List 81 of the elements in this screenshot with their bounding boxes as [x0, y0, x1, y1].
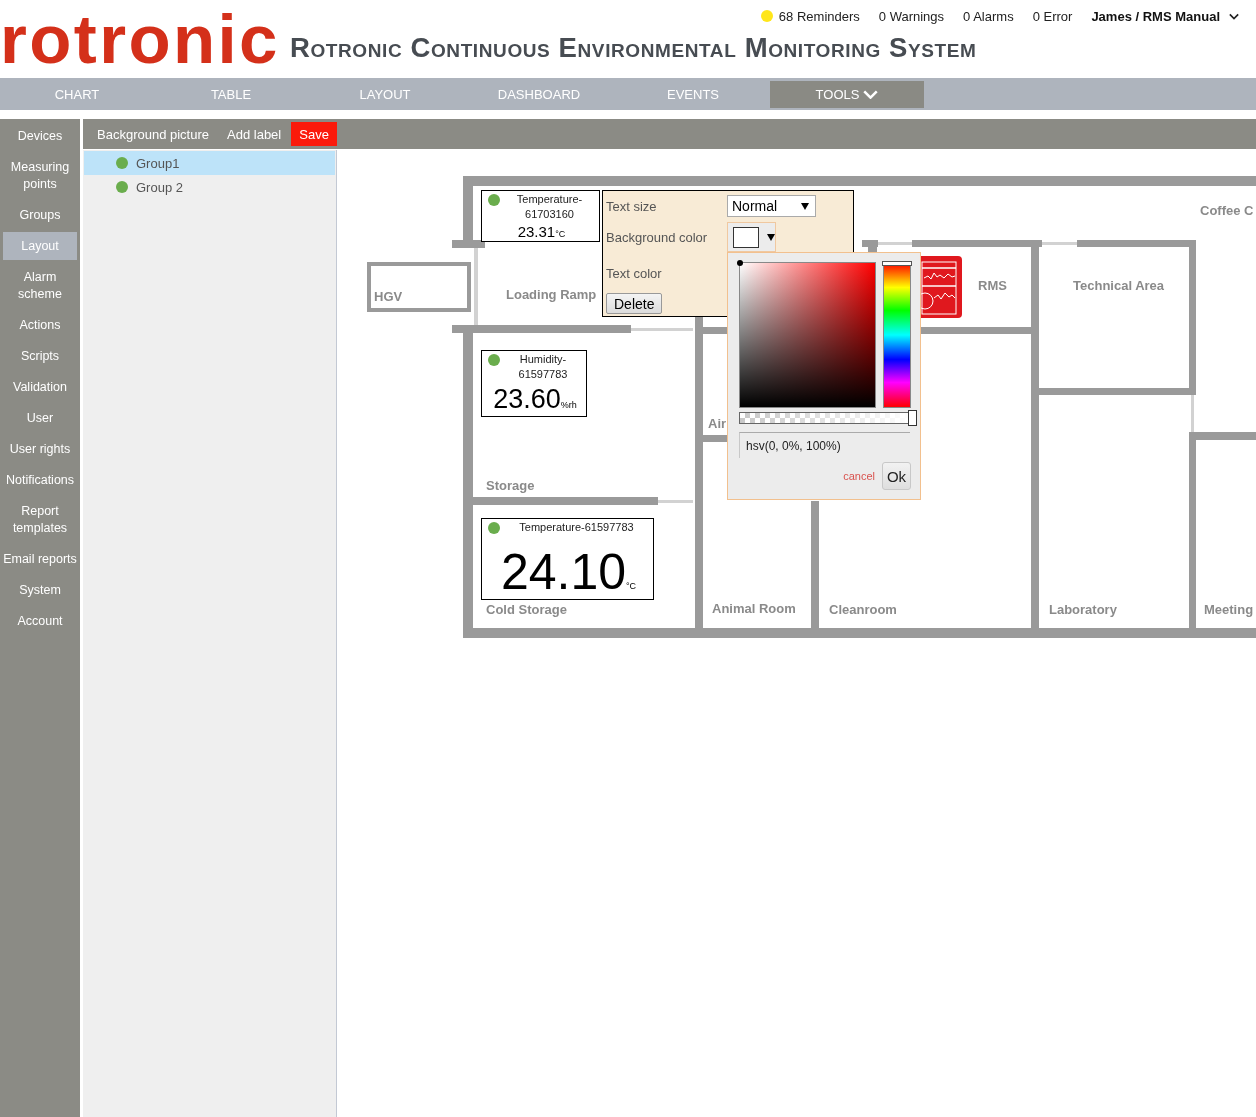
- sidebar-item[interactable]: System: [3, 576, 77, 604]
- sidebar-item[interactable]: Alarm scheme: [3, 263, 77, 308]
- sensor-value: 24.10: [500, 547, 626, 597]
- sidebar-item[interactable]: Scripts: [3, 342, 77, 370]
- sensor-value: 23.60: [493, 383, 561, 416]
- room-label: Loading Ramp: [506, 286, 597, 304]
- unit-label: °C: [626, 581, 637, 593]
- sidebar-item[interactable]: Measuring points: [3, 153, 77, 198]
- color-field[interactable]: [739, 262, 876, 408]
- slider-handle[interactable]: [908, 410, 917, 426]
- chevron-down-icon: [1229, 12, 1239, 20]
- sensor-label[interactable]: Temperature-61597783 24.10°C: [481, 518, 654, 600]
- background-color-button[interactable]: [727, 222, 776, 252]
- sensor-name: Temperature-61597783: [518, 520, 635, 535]
- status-count[interactable]: 0 Error: [1032, 8, 1073, 24]
- room-label: Cold Storage: [486, 601, 567, 619]
- room-label: Technical Area: [1073, 277, 1165, 295]
- sidebar-item[interactable]: User rights: [3, 435, 77, 463]
- room-label: HGV: [374, 288, 403, 306]
- sidebar-item[interactable]: Notifications: [3, 466, 77, 494]
- room-label: Meeting: [1204, 601, 1254, 619]
- doorway: [878, 242, 912, 245]
- room-label: Animal Room: [712, 600, 796, 618]
- status-count[interactable]: 0 Warnings: [878, 8, 945, 24]
- sidebar-item[interactable]: User: [3, 404, 77, 432]
- sidebar-item[interactable]: Account: [3, 607, 77, 635]
- sensor-value: 23.31: [517, 222, 556, 241]
- field-label: Background color: [606, 229, 709, 245]
- sidebar-item[interactable]: Layout: [3, 232, 77, 260]
- group-item[interactable]: Group 2: [84, 175, 335, 199]
- room-label: Storage: [486, 477, 535, 495]
- sensor-name: Humidity-61597783: [517, 352, 569, 382]
- room-label: Coffee C: [1200, 202, 1254, 220]
- doorway: [1191, 395, 1194, 432]
- ok-button[interactable]: Ok: [882, 462, 911, 490]
- sidebar-item[interactable]: Actions: [3, 311, 77, 339]
- nav-tab[interactable]: LAYOUT: [308, 80, 462, 108]
- room-label: Laboratory: [1049, 601, 1117, 619]
- delete-button[interactable]: Delete: [606, 293, 663, 314]
- caret-down-icon: [801, 202, 809, 210]
- sensor-label[interactable]: Humidity-61597783 23.60%rh: [481, 350, 587, 417]
- nav-tab[interactable]: TABLE: [154, 80, 308, 108]
- hue-slider[interactable]: [883, 262, 911, 408]
- field-label: Text color: [606, 265, 663, 281]
- caret-down-icon: [767, 233, 775, 241]
- doorway: [658, 500, 693, 503]
- alpha-slider[interactable]: [739, 412, 917, 424]
- doorway: [1042, 242, 1077, 245]
- nav-tab[interactable]: DASHBOARD: [462, 80, 616, 108]
- sidebar-item[interactable]: Groups: [3, 201, 77, 229]
- logo: rotronic: [0, 0, 280, 79]
- save-button[interactable]: Save: [291, 122, 337, 146]
- toolbar-link[interactable]: Add label: [227, 126, 282, 142]
- sidebar-item[interactable]: Report templates: [3, 497, 77, 542]
- room-label: RMS: [978, 277, 1007, 295]
- sensor-name: Temperature-61703160: [515, 192, 584, 222]
- status-count[interactable]: 0 Alarms: [963, 8, 1014, 24]
- room-label: Cleanroom: [829, 601, 897, 619]
- sidebar-item[interactable]: Validation: [3, 373, 77, 401]
- toolbar-link[interactable]: Background picture: [97, 126, 209, 142]
- nav-tab[interactable]: TOOLS: [770, 80, 924, 108]
- doorway: [631, 328, 693, 331]
- sensor-label[interactable]: Temperature-61703160 23.31°C: [481, 190, 600, 242]
- color-value-field[interactable]: hsv(0, 0%, 100%): [739, 432, 910, 458]
- unit-label: °C: [555, 229, 566, 241]
- cursor-dot-icon[interactable]: [737, 260, 743, 266]
- slider-handle[interactable]: [882, 261, 912, 266]
- chart-panel-icon: [921, 256, 962, 318]
- unit-label: %rh: [560, 400, 577, 412]
- room-label: Air: [708, 415, 727, 433]
- cancel-link[interactable]: cancel: [843, 470, 875, 482]
- field-label: Text size: [606, 198, 658, 214]
- status-count[interactable]: 68 Reminders: [778, 8, 860, 24]
- user-menu[interactable]: James / RMS Manual: [1091, 8, 1239, 24]
- nav-tab[interactable]: CHART: [0, 80, 154, 108]
- sidebar-item[interactable]: Email reports: [3, 545, 77, 573]
- nav-tab[interactable]: EVENTS: [616, 80, 770, 108]
- app-title: Rotronic Continuous Environmental Monitoring System: [290, 33, 978, 63]
- sidebar-item[interactable]: Devices: [3, 122, 77, 150]
- text-size-select[interactable]: Normal: [727, 195, 816, 217]
- group-item[interactable]: Group1: [84, 151, 335, 175]
